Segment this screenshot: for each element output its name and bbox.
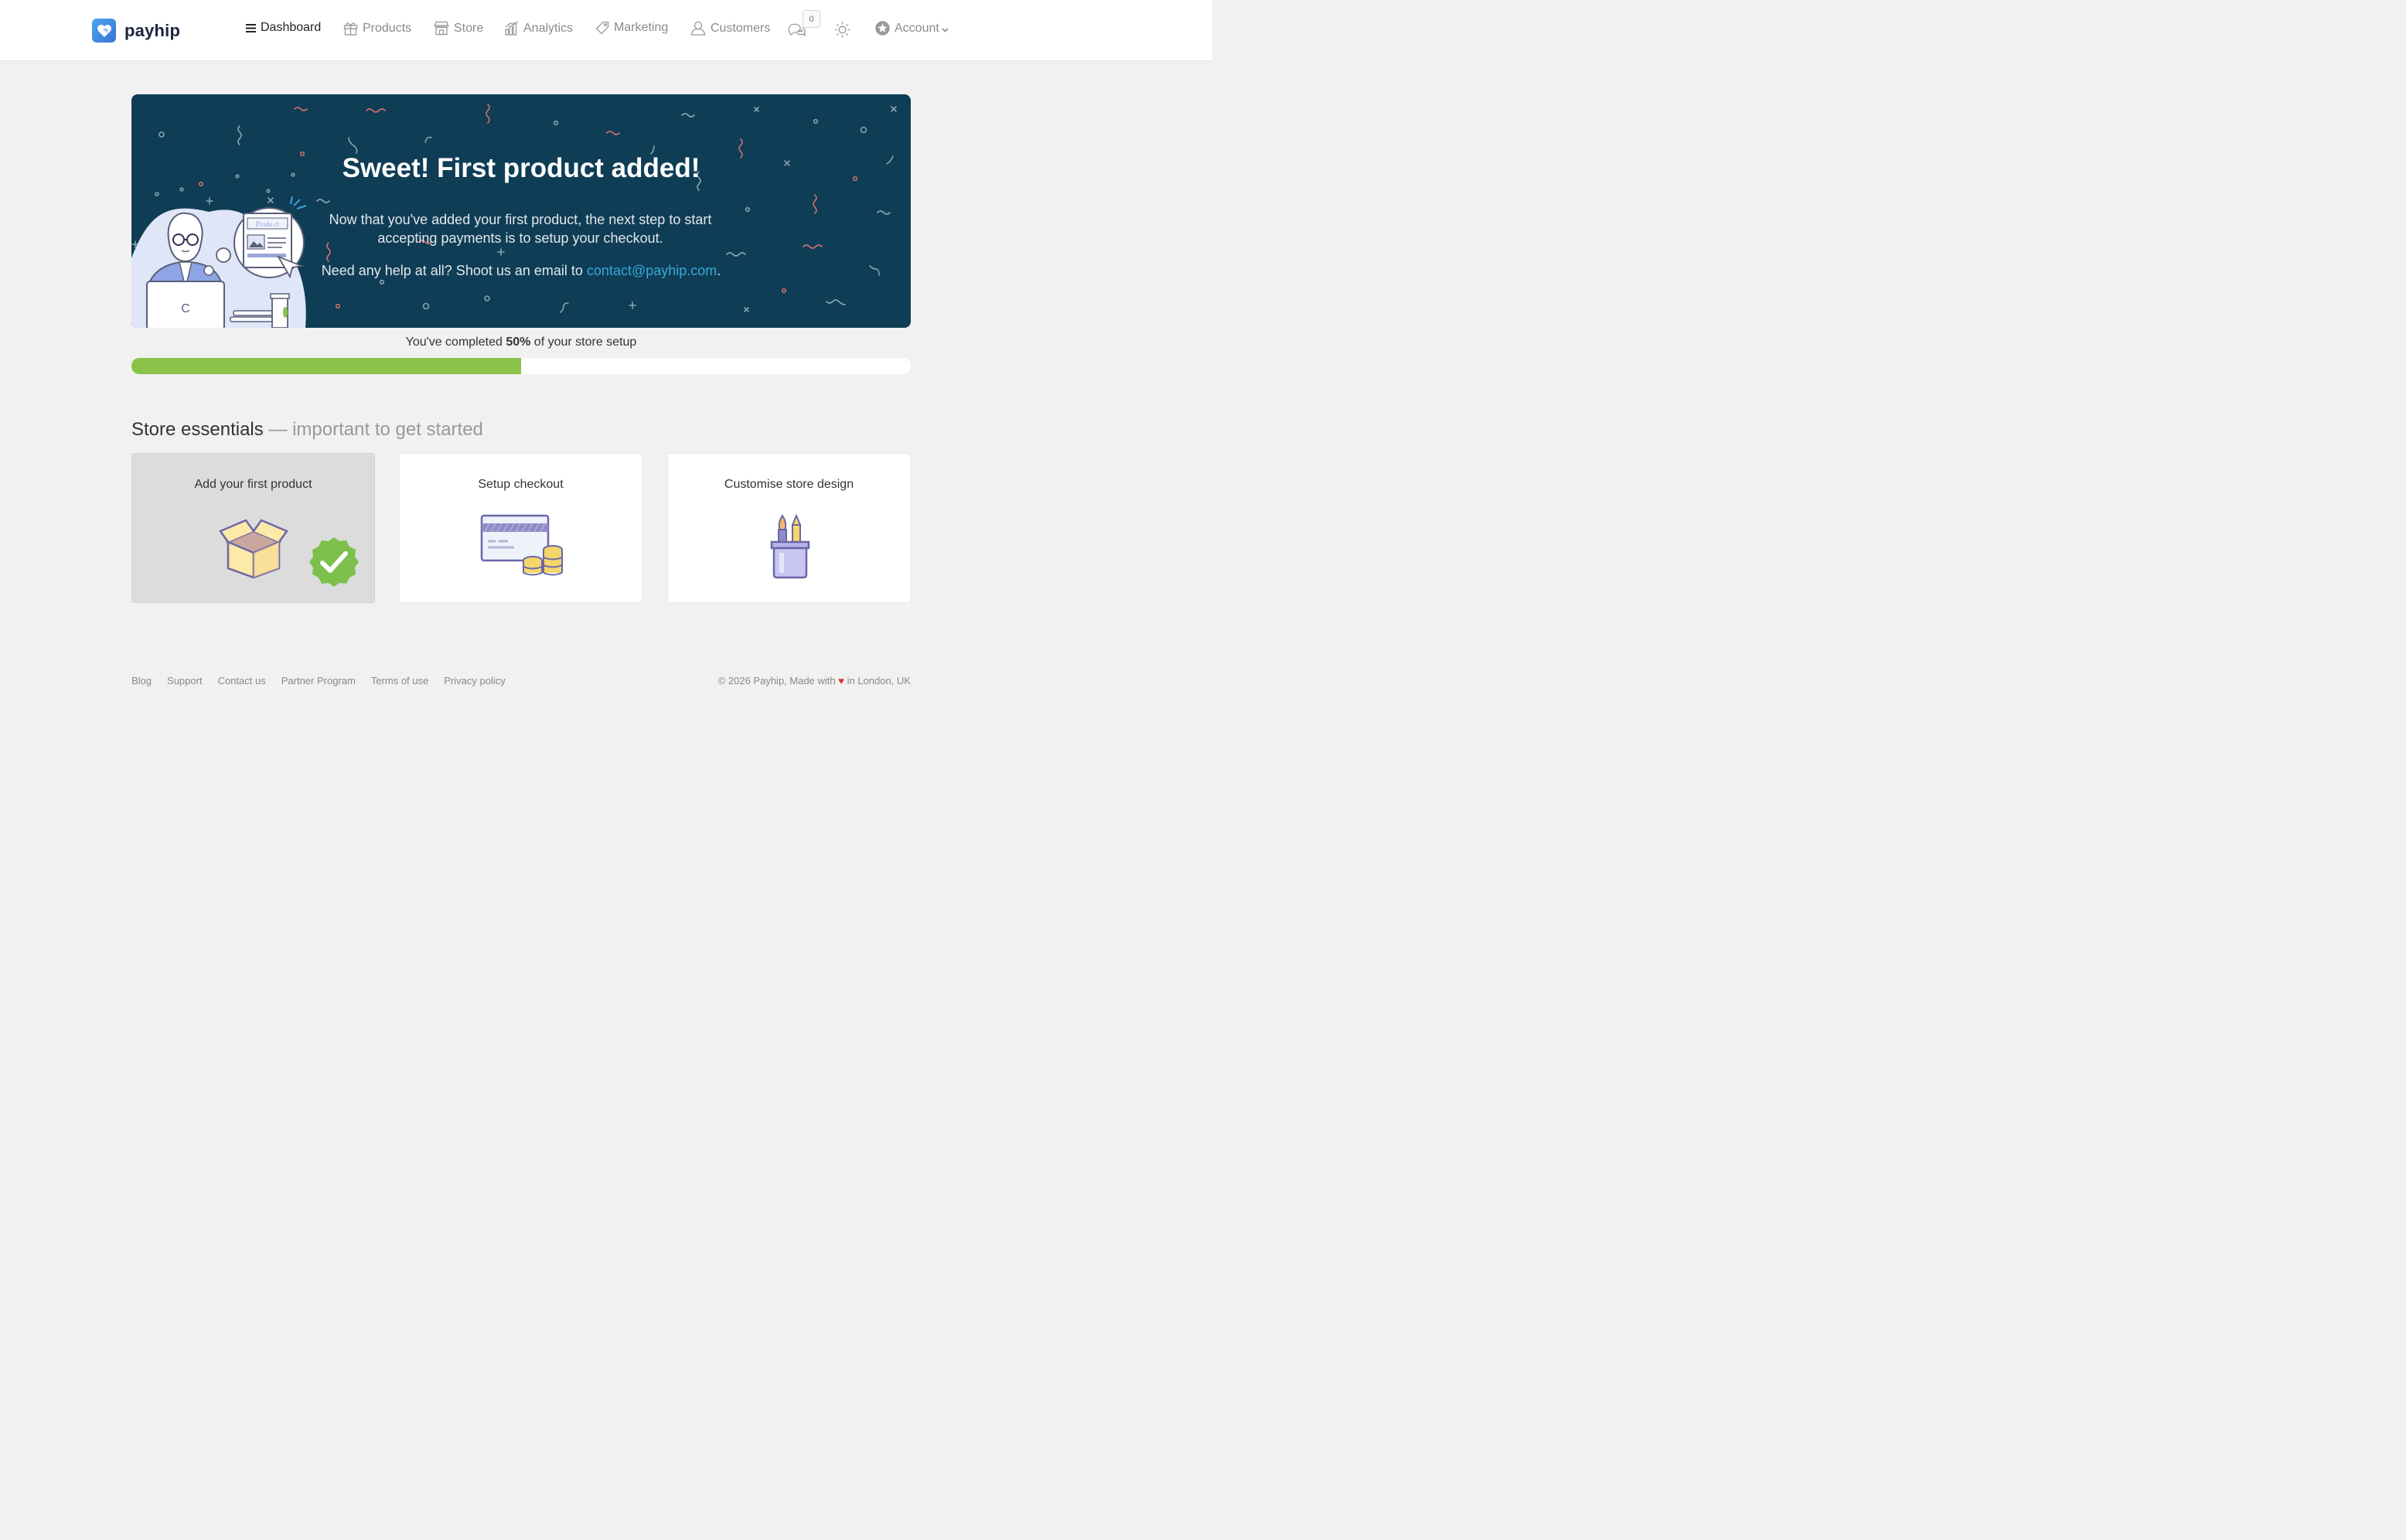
copyright-suffix: in London, UK bbox=[843, 675, 911, 687]
setup-progress-fill bbox=[131, 358, 521, 374]
brand-name: payhip bbox=[124, 20, 181, 40]
payhip-logo[interactable]: payhip bbox=[92, 19, 180, 43]
card-title: Setup checkout bbox=[478, 478, 564, 491]
footer-copyright: © 2026 Payhip, Made with ♥ in London, UK bbox=[718, 675, 911, 687]
nav-products[interactable]: Products bbox=[343, 21, 411, 36]
success-banner: Produ ct C Sweet! First product added! N… bbox=[131, 94, 911, 328]
sun-icon bbox=[834, 22, 850, 38]
card-customise-store-design[interactable]: Customise store design bbox=[667, 453, 911, 603]
messages-count-badge: 0 bbox=[803, 10, 820, 28]
nav-dashboard-label: Dashboard bbox=[261, 21, 322, 34]
copyright-prefix: © 2026 Payhip, Made with bbox=[717, 675, 839, 687]
svg-text:C: C bbox=[181, 302, 190, 315]
card-add-first-product[interactable]: Add your first product bbox=[131, 453, 375, 603]
account-star-icon bbox=[875, 21, 890, 36]
user-icon bbox=[690, 21, 706, 36]
footer-link-contact[interactable]: Contact us bbox=[218, 675, 266, 687]
top-navigation-bar: payhip Dashboard Products Store Analytic… bbox=[0, 0, 1212, 61]
footer-link-support[interactable]: Support bbox=[167, 675, 203, 687]
card-title: Customise store design bbox=[724, 478, 854, 491]
footer-link-privacy[interactable]: Privacy policy bbox=[444, 675, 505, 687]
tag-icon bbox=[595, 21, 609, 35]
nav-marketing[interactable]: Marketing bbox=[595, 21, 668, 35]
payhip-logo-icon bbox=[92, 19, 116, 43]
footer-link-blog[interactable]: Blog bbox=[131, 675, 152, 687]
banner-help-text: Need any help at all? Shoot us an email … bbox=[247, 263, 795, 279]
banner-title: Sweet! First product added! bbox=[342, 153, 700, 183]
setup-progress-label: You've completed 50% of your store setup bbox=[131, 336, 911, 349]
checkmark-badge-icon bbox=[309, 537, 359, 587]
bar-chart-icon bbox=[505, 21, 519, 36]
card-setup-checkout[interactable]: Setup checkout bbox=[399, 453, 642, 603]
footer-link-terms[interactable]: Terms of use bbox=[371, 675, 428, 687]
credit-card-coins-icon bbox=[480, 514, 563, 576]
progress-prefix: You've completed bbox=[405, 336, 506, 349]
help-text-suffix: . bbox=[717, 263, 721, 278]
contact-email-link[interactable]: contact@payhip.com bbox=[587, 263, 717, 278]
card-title: Add your first product bbox=[194, 478, 312, 491]
help-text-prefix: Need any help at all? Shoot us an email … bbox=[321, 263, 587, 278]
nav-marketing-label: Marketing bbox=[614, 21, 669, 34]
progress-suffix: of your store setup bbox=[530, 336, 637, 349]
box-icon bbox=[219, 519, 288, 579]
footer-link-partner-program[interactable]: Partner Program bbox=[281, 675, 356, 687]
account-label: Account bbox=[895, 21, 939, 35]
nav-products-label: Products bbox=[363, 21, 412, 35]
heart-icon: ♥ bbox=[838, 675, 844, 687]
nav-store[interactable]: Store bbox=[434, 21, 483, 36]
svg-text:Produ ct: Produ ct bbox=[256, 220, 280, 228]
nav-dashboard[interactable]: Dashboard bbox=[246, 21, 321, 35]
nav-analytics[interactable]: Analytics bbox=[505, 21, 573, 36]
nav-customers[interactable]: Customers bbox=[690, 21, 770, 36]
theme-toggle[interactable] bbox=[834, 22, 855, 38]
progress-percent: 50% bbox=[506, 336, 531, 349]
chevron-down-icon bbox=[942, 27, 949, 32]
nav-customers-label: Customers bbox=[711, 21, 771, 35]
brush-pencil-cup-icon bbox=[770, 514, 810, 579]
nav-analytics-label: Analytics bbox=[523, 21, 574, 35]
account-menu[interactable]: Account bbox=[875, 21, 949, 36]
section-title-sub: — important to get started bbox=[263, 419, 483, 440]
gift-icon bbox=[343, 22, 358, 36]
footer-links: Blog Support Contact us Partner Program … bbox=[131, 675, 521, 687]
hamburger-icon bbox=[246, 23, 256, 32]
banner-next-step-text: Now that you've added your first product… bbox=[329, 212, 712, 246]
store-icon bbox=[434, 21, 449, 36]
section-title-main: Store essentials bbox=[131, 419, 264, 440]
setup-progress-bar bbox=[131, 358, 911, 374]
nav-store-label: Store bbox=[454, 21, 484, 35]
store-essentials-heading: Store essentials — important to get star… bbox=[131, 419, 483, 441]
person-laptop-illustration: Produ ct C bbox=[131, 196, 307, 328]
